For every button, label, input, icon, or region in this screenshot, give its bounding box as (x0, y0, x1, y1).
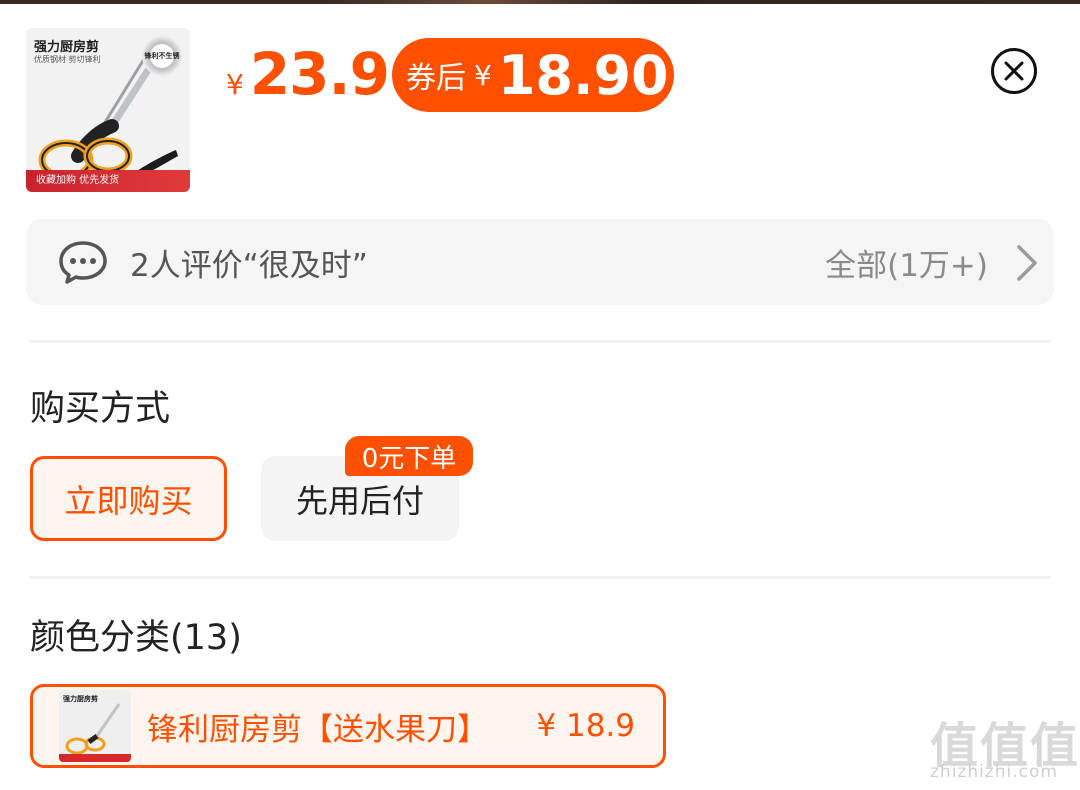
thumb-subtitle: 优质钢材 剪切锋利 (34, 55, 101, 64)
thumb-title: 强力厨房剪 (34, 40, 100, 55)
scissors-image (65, 703, 121, 755)
coupon-label: 券后 (406, 61, 466, 96)
thumb-bottom-banner: 收藏加购 优先发货 (26, 170, 190, 192)
coupon-price-pill: 券后 ¥ 18.90 (392, 38, 674, 112)
divider (30, 340, 1050, 343)
variant-thumbnail: 强力厨房剪 (59, 690, 131, 762)
purchase-method-title: 购买方式 (30, 389, 171, 429)
variant-option-selected[interactable]: 强力厨房剪 锋利厨房剪【送水果刀】 ¥ 18.9 (30, 684, 666, 768)
divider (30, 576, 1050, 579)
zero-down-tag: 0元下单 (345, 436, 473, 476)
coupon-currency: ¥ (474, 58, 492, 92)
variant-name: 锋利厨房剪【送水果刀】 (147, 711, 488, 748)
chat-icon (59, 241, 107, 284)
original-price: ¥ 23.9 (226, 40, 390, 108)
currency-symbol: ¥ (226, 68, 244, 101)
close-icon (1004, 61, 1024, 81)
review-summary-row[interactable]: 2人评价“很及时” 全部(1万+) (26, 219, 1054, 305)
close-button[interactable] (991, 48, 1037, 94)
review-summary-text: 2人评价“很及时” (130, 247, 368, 284)
color-category-title: 颜色分类(13) (30, 618, 242, 658)
thumb-badge: 锋利不生锈 (142, 36, 182, 76)
price-value: 23.9 (249, 40, 390, 108)
top-bar-edge (0, 0, 1080, 4)
chevron-right-icon (1017, 245, 1037, 281)
all-reviews-link[interactable]: 全部(1万+) (825, 240, 988, 285)
product-thumbnail[interactable]: 强力厨房剪 优质钢材 剪切锋利 锋利不生锈 收藏加购 优先发货 (26, 28, 190, 192)
variant-price: ¥ 18.9 (536, 708, 635, 744)
watermark-site: zhizhizhi.com (930, 762, 1058, 782)
buy-now-option[interactable]: 立即购买 (30, 456, 227, 541)
coupon-price-value: 18.90 (497, 43, 669, 107)
variant-thumb-banner (59, 754, 131, 762)
